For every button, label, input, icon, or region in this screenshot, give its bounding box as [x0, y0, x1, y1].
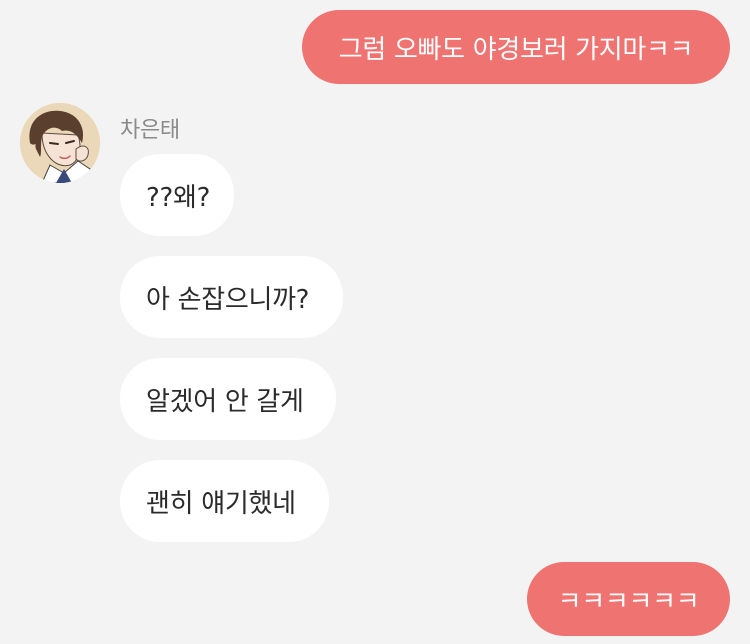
incoming-message-bubble[interactable]: 괜히 얘기했네	[120, 460, 329, 542]
outgoing-message-bubble[interactable]: 그럼 오빠도 야경보러 가지마ㅋㅋ	[302, 10, 730, 84]
incoming-message-bubble[interactable]: 알겠어 안 갈게	[120, 358, 336, 440]
message-text: 그럼 오빠도 야경보러 가지마ㅋㅋ	[338, 34, 694, 65]
incoming-message-bubble[interactable]: ??왜?	[120, 154, 234, 236]
outgoing-message-bubble[interactable]: ㅋㅋㅋㅋㅋㅋ	[527, 562, 730, 636]
chat-view: 그럼 오빠도 야경보러 가지마ㅋㅋ 차은태 ??왜? 아 손잡으니까? 알겠어 …	[0, 0, 750, 644]
avatar-illustration	[20, 103, 100, 183]
message-text: 알겠어 안 갈게	[146, 386, 304, 417]
message-text: 아 손잡으니까?	[146, 284, 310, 315]
incoming-message-bubble[interactable]: 아 손잡으니까?	[120, 256, 343, 338]
sender-avatar-icon[interactable]	[20, 103, 100, 183]
message-text: ??왜?	[146, 182, 211, 213]
sender-name: 차은태	[120, 118, 180, 143]
message-text: ㅋㅋㅋㅋㅋㅋ	[557, 586, 700, 617]
message-text: 괜히 얘기했네	[146, 488, 296, 519]
